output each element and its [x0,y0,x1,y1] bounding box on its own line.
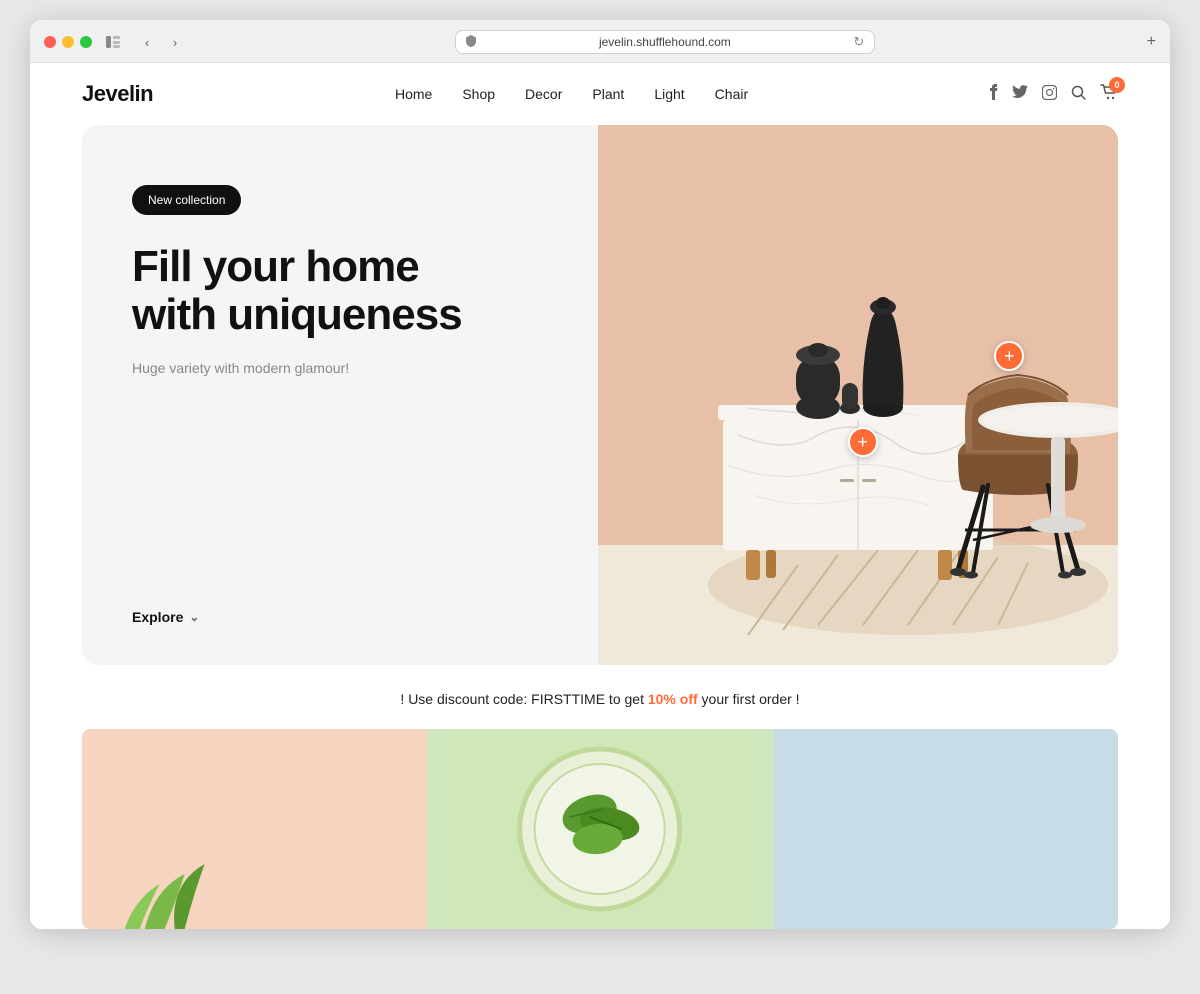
search-icon[interactable] [1071,85,1086,104]
peach-card-illustration [82,729,427,929]
hero-section: New collection Fill your homewith unique… [82,125,1118,665]
fullscreen-button[interactable] [80,36,92,48]
cart-badge: 0 [1109,77,1125,93]
category-card-peach[interactable] [82,729,427,929]
discount-banner: ! Use discount code: FIRSTTIME to get 10… [30,669,1170,729]
nav-item-light[interactable]: Light [654,86,684,102]
facebook-icon[interactable] [990,84,998,104]
blue-card-illustration [773,729,1118,929]
nav-item-home[interactable]: Home [395,86,432,102]
back-button[interactable]: ‹ [134,31,160,53]
site-header: Jevelin Home Shop Decor Plant Light Chai… [30,63,1170,125]
nav-item-chair[interactable]: Chair [715,86,748,102]
category-card-blue[interactable] [773,729,1118,929]
category-card-green[interactable] [427,729,772,929]
hero-image: + + [598,125,1118,665]
chevron-down-icon: ⌄ [189,610,199,624]
nav-item-decor[interactable]: Decor [525,86,562,102]
browser-window: ‹ › jevelin.shufflehound.com ↻ + Jevelin… [30,20,1170,929]
discount-text-after: your first order ! [698,691,800,707]
browser-chrome: ‹ › jevelin.shufflehound.com ↻ + [30,20,1170,63]
instagram-icon[interactable] [1042,85,1057,104]
discount-text-before: ! Use discount code: FIRSTTIME to get [400,691,647,707]
category-section [82,729,1118,929]
nav-item-plant[interactable]: Plant [592,86,624,102]
traffic-lights [44,36,92,48]
hero-right: + + [598,125,1118,665]
minimize-button[interactable] [62,36,74,48]
browser-nav-buttons: ‹ › [134,31,188,53]
url-text: jevelin.shufflehound.com [482,35,847,49]
hero-left: New collection Fill your homewith unique… [82,125,598,665]
site-logo[interactable]: Jevelin [82,81,153,107]
cart-icon-wrapper[interactable]: 0 [1100,84,1118,105]
close-button[interactable] [44,36,56,48]
discount-highlight: 10% off [648,691,698,707]
website-content: Jevelin Home Shop Decor Plant Light Chai… [30,63,1170,929]
hero-title: Fill your homewith uniqueness [132,243,548,340]
green-card-illustration [427,729,772,929]
explore-button[interactable]: Explore ⌄ [132,609,548,625]
hero-subtitle: Huge variety with modern glamour! [132,360,548,376]
new-tab-button[interactable]: + [1147,33,1156,51]
refresh-button[interactable]: ↻ [853,34,864,50]
shield-icon [466,35,476,50]
header-icons: 0 [990,84,1118,105]
main-navigation: Home Shop Decor Plant Light Chair [395,86,748,102]
hotspot-cabinet[interactable]: + [848,427,878,457]
new-collection-badge: New collection [132,185,241,215]
address-bar[interactable]: jevelin.shufflehound.com ↻ [455,30,875,54]
twitter-icon[interactable] [1012,85,1028,103]
furniture-illustration [598,125,1118,665]
forward-button[interactable]: › [162,31,188,53]
sidebar-toggle-button[interactable] [100,31,126,53]
nav-item-shop[interactable]: Shop [462,86,495,102]
